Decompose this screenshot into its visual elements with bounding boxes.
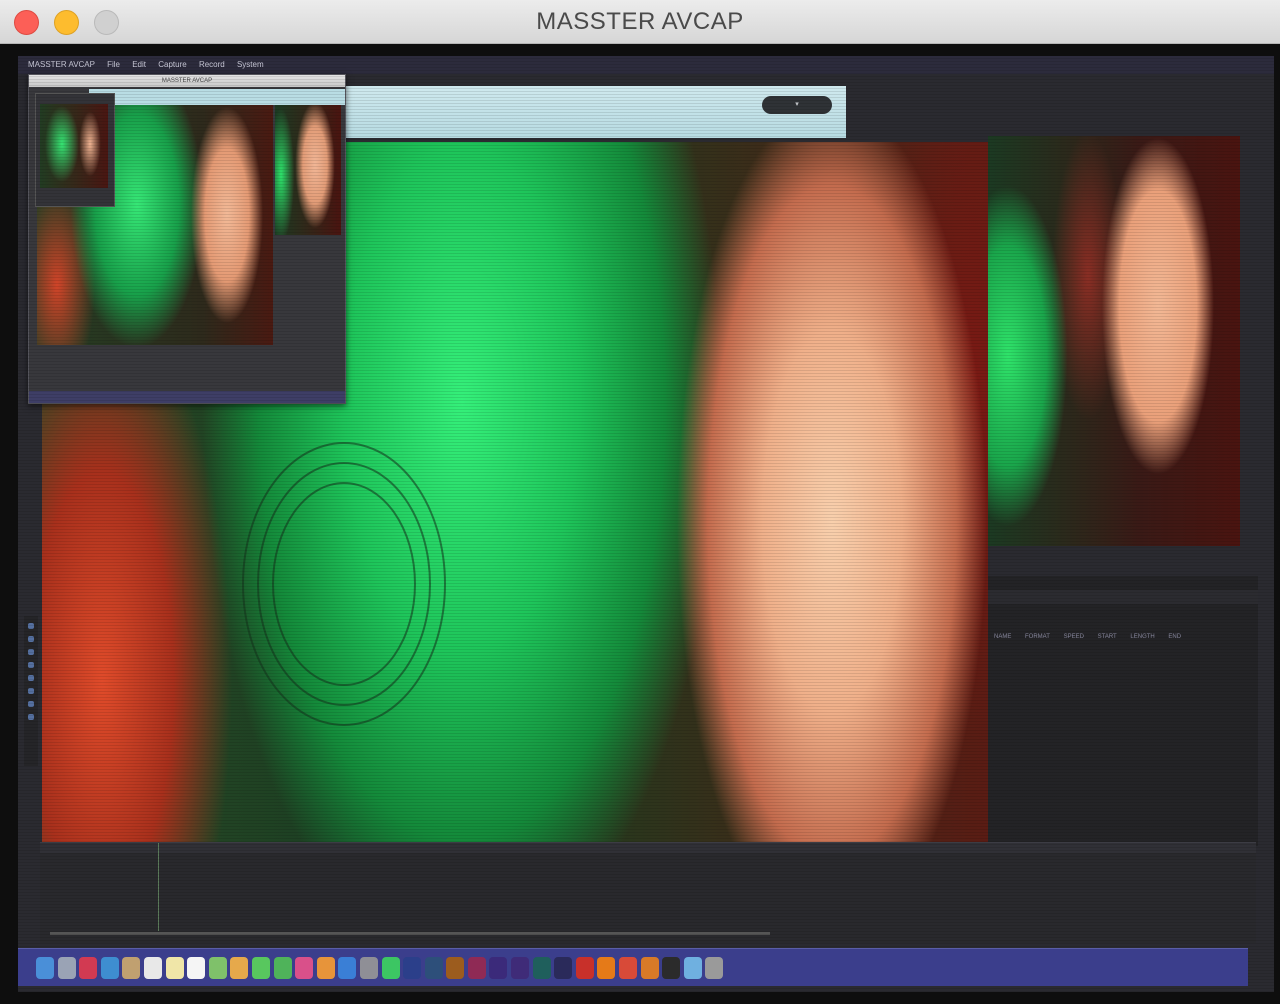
column-header: SPEED — [1063, 634, 1084, 640]
captured-project-panel: NAME FORMAT SPEED START LENGTH END — [988, 576, 1258, 846]
calendar-icon — [143, 956, 162, 979]
column-header: START — [1097, 634, 1117, 640]
tool-icon — [28, 688, 34, 694]
reminders-icon — [187, 956, 206, 979]
captured-panel-toolbar — [988, 590, 1258, 604]
tool-icon — [28, 714, 34, 720]
texture-ring — [272, 482, 416, 686]
menu-item: Record — [198, 60, 225, 69]
nested-window-title: MASSTER AVCAP — [29, 75, 345, 87]
captured-timeline — [40, 842, 1256, 943]
lightroom-icon — [424, 956, 443, 979]
photos-icon — [230, 956, 249, 979]
column-header: END — [1168, 634, 1182, 640]
chrome-icon — [619, 956, 638, 979]
nested-source-monitor — [275, 105, 341, 235]
itunes-icon — [295, 956, 314, 979]
premiere-icon — [489, 956, 508, 979]
nested-inner-video — [40, 104, 108, 188]
captured-dock — [18, 948, 1248, 986]
vlc-icon — [597, 956, 616, 979]
captured-panel-columns: NAME FORMAT SPEED START LENGTH END — [994, 634, 1193, 640]
maps-icon — [208, 956, 227, 979]
spotify-icon — [381, 956, 400, 979]
tool-icon — [28, 701, 34, 707]
safari-icon — [79, 956, 98, 979]
tool-icon — [28, 636, 34, 642]
nested-toolbar — [89, 89, 345, 105]
captured-app-toolbar: ▾ — [338, 86, 846, 138]
captured-tools-panel — [24, 616, 38, 766]
messages-icon — [251, 956, 270, 979]
column-header: FORMAT — [1025, 634, 1050, 640]
illustrator-icon — [446, 956, 465, 979]
tool-icon — [28, 649, 34, 655]
column-header: LENGTH — [1130, 634, 1155, 640]
captured-source-monitor — [988, 136, 1240, 546]
captured-dropdown: ▾ — [762, 96, 832, 114]
acrobat-icon — [575, 956, 594, 979]
menu-item: System — [236, 60, 264, 69]
menu-item: Capture — [158, 60, 187, 69]
timeline-ruler — [40, 843, 1256, 853]
timeline-scrollbar — [50, 932, 770, 935]
launchpad-icon — [57, 956, 76, 979]
window-titlebar: MASSTER AVCAP — [0, 0, 1280, 44]
app-store-icon — [338, 956, 357, 979]
captured-menubar: MASSTER AVCAP File Edit Capture Record S… — [18, 56, 1274, 74]
media-encoder-icon — [554, 956, 573, 979]
nested-dock — [29, 391, 345, 403]
preferences-icon — [359, 956, 378, 979]
preview-icon — [683, 956, 702, 979]
finder-icon — [36, 956, 54, 979]
trash-icon — [705, 956, 724, 979]
contacts-icon — [122, 956, 141, 979]
tool-icon — [28, 623, 34, 629]
menu-item: File — [107, 60, 120, 69]
notes-icon — [165, 956, 184, 979]
capture-video-view: MASSTER AVCAP File Edit Capture Record S… — [0, 44, 1280, 1004]
nested-inner-window — [35, 93, 115, 207]
timeline-playhead — [158, 843, 159, 931]
captured-nested-window: MASSTER AVCAP — [28, 74, 346, 404]
tool-icon — [28, 675, 34, 681]
after-effects-icon — [511, 956, 530, 979]
menu-item: Edit — [132, 60, 146, 69]
facetime-icon — [273, 956, 292, 979]
window-title: MASSTER AVCAP — [536, 8, 744, 35]
terminal-icon — [662, 956, 681, 979]
photoshop-icon — [403, 956, 422, 979]
menu-item: MASSTER AVCAP — [28, 60, 95, 69]
indesign-icon — [467, 956, 486, 979]
audition-icon — [532, 956, 551, 979]
mail-icon — [100, 956, 119, 979]
captured-screen: MASSTER AVCAP File Edit Capture Record S… — [18, 56, 1274, 992]
ibooks-icon — [316, 956, 335, 979]
column-header: NAME — [994, 634, 1012, 640]
tool-icon — [28, 662, 34, 668]
firefox-icon — [640, 956, 659, 979]
